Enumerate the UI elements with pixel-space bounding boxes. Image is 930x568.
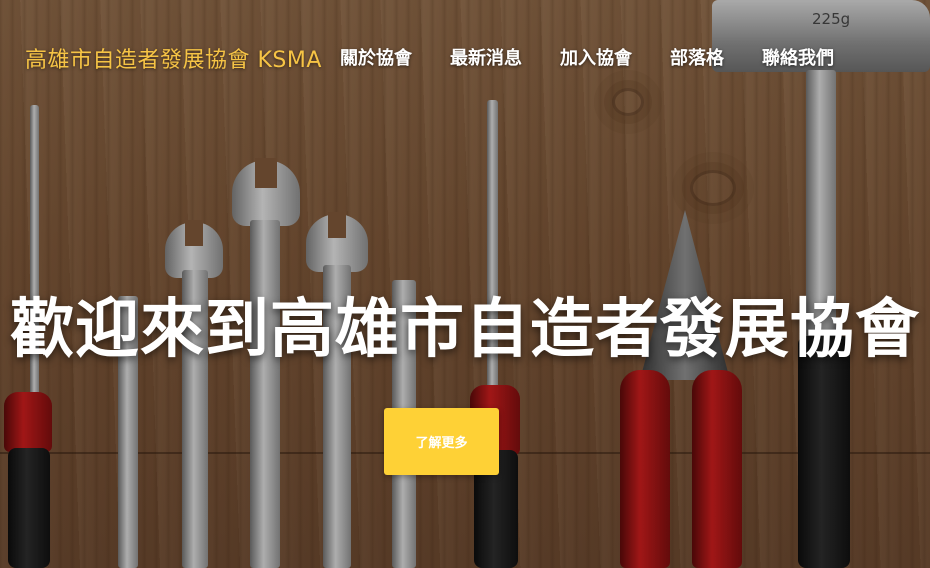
learn-more-button[interactable]: 了解更多 (384, 408, 499, 475)
nav-link-about[interactable]: 關於協會 (340, 44, 412, 70)
nav-link-join[interactable]: 加入協會 (560, 44, 632, 70)
navbar: 高雄市自造者發展協會 KSMA 關於協會 最新消息 加入協會 部落格 聯絡我們 (0, 0, 930, 112)
nav-link-contact[interactable]: 聯絡我們 (762, 44, 834, 70)
nav-link-blog[interactable]: 部落格 (670, 44, 724, 70)
site-brand[interactable]: 高雄市自造者發展協會 KSMA (25, 42, 322, 74)
hero-section: 225g 高雄市自造者發展協會 KSMA 關於協會 最新消息 加入協會 部落格 … (0, 0, 930, 568)
nav-links: 關於協會 最新消息 加入協會 部落格 聯絡我們 (340, 44, 834, 70)
hero-title: 歡迎來到高雄市自造者發展協會 (10, 293, 920, 367)
nav-link-news[interactable]: 最新消息 (450, 44, 522, 70)
